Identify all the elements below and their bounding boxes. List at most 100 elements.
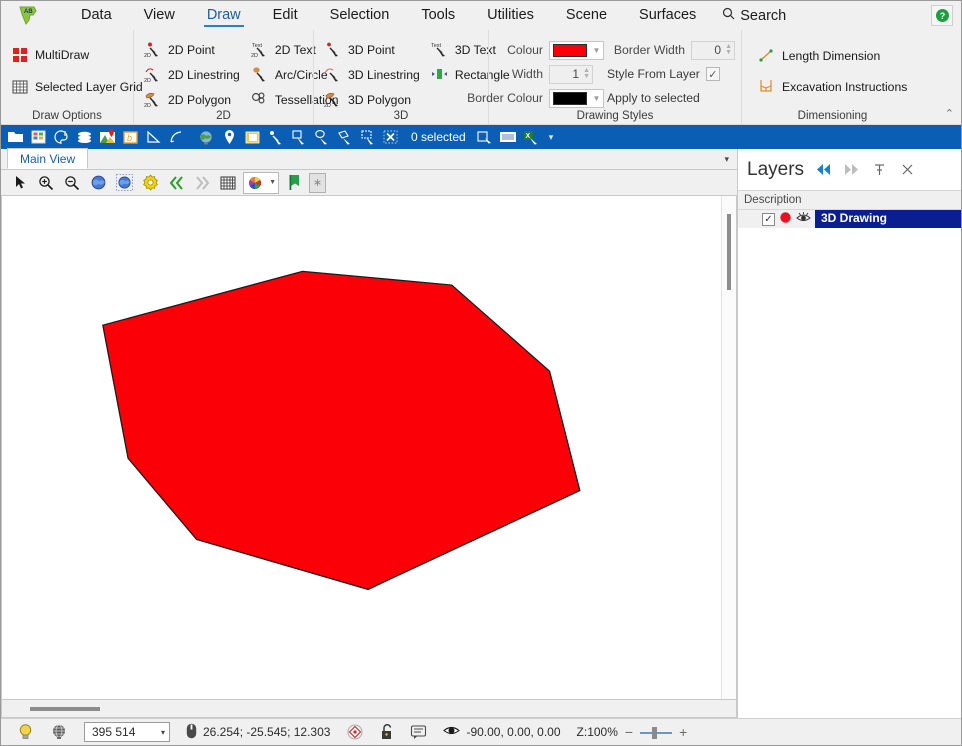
rect-select-icon[interactable] xyxy=(287,127,309,148)
settings-gear-icon[interactable] xyxy=(139,172,161,194)
spreadsheet-icon[interactable] xyxy=(27,127,49,148)
layers-title: Layers xyxy=(747,158,805,180)
ribbon-item-selected-layer-grid[interactable]: Selected Layer Grid xyxy=(7,74,150,99)
layer-name-label[interactable]: 3D Drawing xyxy=(815,210,961,228)
red-polygon-shape[interactable] xyxy=(102,270,581,591)
globe-icon[interactable] xyxy=(195,127,217,148)
ribbon-item-excavation-instructions[interactable]: Excavation Instructions xyxy=(754,74,914,99)
curve-icon[interactable] xyxy=(165,127,187,148)
canvas-horizontal-scrollbar[interactable] xyxy=(1,700,737,718)
map-pin-image-icon[interactable] xyxy=(96,127,118,148)
message-icon[interactable] xyxy=(402,724,435,740)
globe-view-icon[interactable] xyxy=(87,172,109,194)
zoom-in-icon[interactable] xyxy=(35,172,57,194)
ribbon-group-2d: 2D 2D Point 2D 2D Linestring 2D 2D Polyg… xyxy=(133,30,339,125)
border-width-spinner[interactable]: 0 ▲ ▼ xyxy=(691,40,735,60)
zoom-slider[interactable] xyxy=(640,726,673,739)
zoom-in-button[interactable]: + xyxy=(679,724,687,740)
spinner-arrows-icon[interactable]: ▲ ▼ xyxy=(725,43,732,56)
rewind-icon[interactable] xyxy=(165,172,187,194)
more-options-icon[interactable]: ∗ xyxy=(309,172,326,193)
length-dimension-icon xyxy=(757,46,776,65)
ribbon-group-label: 2D xyxy=(216,110,231,122)
chevron-up-icon[interactable]: ⌃ xyxy=(945,107,954,120)
scrollbar-thumb[interactable] xyxy=(727,214,731,290)
note-icon[interactable] xyxy=(241,127,263,148)
visibility-icon[interactable] xyxy=(796,211,811,227)
ribbon-item-2d-point[interactable]: 2D 2D Point xyxy=(140,37,247,62)
zoom-out-button[interactable]: − xyxy=(625,724,633,740)
style-from-layer-checkbox[interactable]: ✓ xyxy=(705,67,720,81)
ribbon-item-3d-linestring[interactable]: 3D Linestring xyxy=(320,62,427,87)
menu-item-surfaces[interactable]: Surfaces xyxy=(623,4,712,28)
grid-icon[interactable] xyxy=(217,172,239,194)
ribbon: MultiDraw Selected Layer Grid Draw Optio… xyxy=(1,30,961,125)
unlock-icon[interactable] xyxy=(372,723,402,741)
ribbon-item-multidraw[interactable]: MultiDraw xyxy=(7,42,150,67)
menu-item-edit[interactable]: Edit xyxy=(257,4,314,28)
border-colour-swatch xyxy=(553,91,587,105)
menu-item-selection[interactable]: Selection xyxy=(314,4,406,28)
chevron-down-icon[interactable]: ▾ xyxy=(724,154,729,165)
menu-item-draw[interactable]: Draw xyxy=(191,4,257,28)
canvas-vertical-scrollbar[interactable] xyxy=(721,196,736,699)
layer-colour-swatch[interactable] xyxy=(779,211,792,227)
triangle-measure-icon[interactable] xyxy=(142,127,164,148)
tab-main-view[interactable]: Main View xyxy=(7,148,89,169)
toolbar-overflow-caret[interactable]: ▾ xyxy=(543,132,560,143)
zoom-out-icon[interactable] xyxy=(61,172,83,194)
excel-export-icon[interactable]: X xyxy=(520,127,542,148)
drawing-canvas[interactable]: y x z 10km xyxy=(2,196,721,699)
colour-picker[interactable]: ▼ xyxy=(549,40,604,60)
block-model-icon[interactable]: b xyxy=(119,127,141,148)
ribbon-item-3d-point[interactable]: 3D Point xyxy=(320,37,427,62)
clear-selection-icon[interactable] xyxy=(379,127,401,148)
color-palette-dropdown-icon[interactable]: ▼ xyxy=(243,171,279,194)
layers-stack-icon[interactable] xyxy=(73,127,95,148)
apply-to-selected-button[interactable]: Apply to selected xyxy=(607,91,700,105)
menu-item-scene[interactable]: Scene xyxy=(550,4,623,28)
pin-marker-icon[interactable] xyxy=(218,127,240,148)
poly-select-icon[interactable] xyxy=(333,127,355,148)
cursor-coordinates: 26.254; -25.545; 12.303 xyxy=(178,723,338,742)
menu-item-view[interactable]: View xyxy=(128,4,191,28)
open-folder-icon[interactable] xyxy=(4,127,26,148)
light-bulb-icon[interactable] xyxy=(9,723,42,741)
pick-point-icon[interactable] xyxy=(264,127,286,148)
scrollbar-thumb[interactable] xyxy=(30,707,100,711)
points-count-combo[interactable]: 395 514 ▾ xyxy=(84,722,170,742)
globe-select-icon[interactable] xyxy=(113,172,135,194)
table-list-icon[interactable] xyxy=(497,127,519,148)
menu-item-data[interactable]: Data xyxy=(65,4,128,28)
table-row[interactable]: ✓ 3D Drawing xyxy=(738,210,961,228)
menu-item-tools[interactable]: Tools xyxy=(405,4,471,28)
lasso-select-icon[interactable] xyxy=(310,127,332,148)
globe-status-icon[interactable] xyxy=(42,723,76,741)
pointer-icon[interactable] xyxy=(9,172,31,194)
box-select-icon[interactable] xyxy=(356,127,378,148)
spinner-arrows-icon[interactable]: ▲ ▼ xyxy=(583,67,590,80)
help-question-icon[interactable]: ? xyxy=(931,5,953,26)
ribbon-item-2d-linestring[interactable]: 2D 2D Linestring xyxy=(140,62,247,87)
ribbon-item-length-dimension[interactable]: Length Dimension xyxy=(754,43,914,68)
menu-label: Surfaces xyxy=(639,6,697,23)
3d-polygon-icon: 2D xyxy=(323,90,342,109)
close-icon[interactable] xyxy=(898,161,916,179)
expand-right-icon[interactable] xyxy=(842,161,860,179)
forward-icon[interactable] xyxy=(191,172,213,194)
target-icon[interactable] xyxy=(338,723,372,741)
pin-icon[interactable] xyxy=(870,161,888,179)
width-spinner[interactable]: 1 ▲ ▼ xyxy=(549,64,593,84)
bookmark-flag-icon[interactable] xyxy=(283,172,305,194)
border-colour-picker[interactable]: ▼ xyxy=(549,88,604,108)
layer-visibility-checkbox[interactable]: ✓ xyxy=(762,212,775,226)
ribbon-item-2d-polygon[interactable]: 2D 2D Polygon xyxy=(140,87,247,112)
menu-item-utilities[interactable]: Utilities xyxy=(471,4,550,28)
search-box[interactable]: Search xyxy=(712,4,796,27)
ribbon-item-3d-polygon[interactable]: 2D 3D Polygon xyxy=(320,87,427,112)
africa-logo-icon[interactable]: AB xyxy=(11,5,47,27)
copy-selection-icon[interactable] xyxy=(474,127,496,148)
collapse-left-icon[interactable] xyxy=(814,161,832,179)
palette-pen-icon[interactable] xyxy=(50,127,72,148)
layers-list-body[interactable] xyxy=(738,228,961,718)
